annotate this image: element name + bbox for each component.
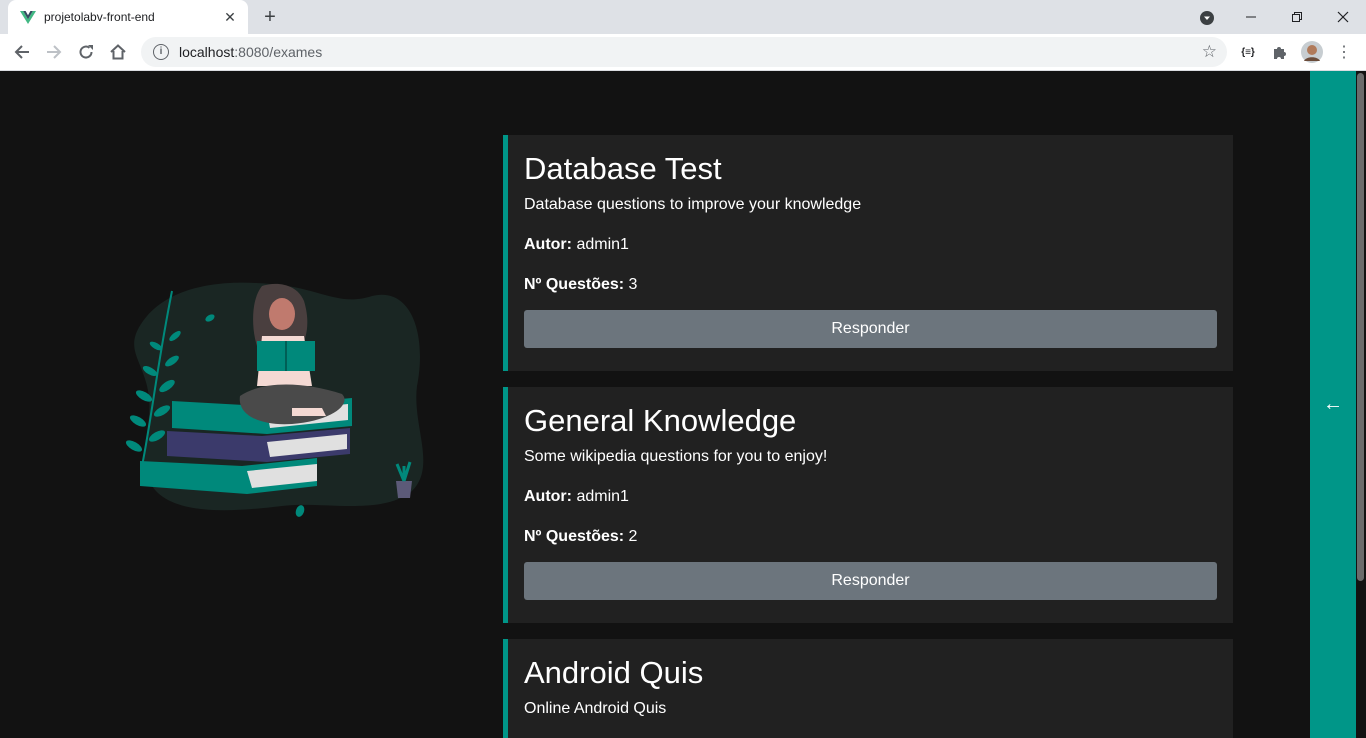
author-label: Autor: [524,235,572,253]
page-content: Database Test Database questions to impr… [0,71,1366,738]
exam-title: Android Quis [524,655,704,690]
author-value: admin1 [576,235,629,253]
restore-button[interactable] [1274,0,1320,34]
home-icon [110,44,126,60]
json-extension-icon[interactable]: {≡} [1236,40,1260,64]
browser-tab[interactable]: projetolabv-front-end ✕ [8,0,248,34]
tab-close-icon[interactable]: ✕ [222,9,238,25]
exam-question-count: Nº Questões: 3 [524,276,1217,294]
close-icon [1337,11,1349,23]
tab-search-icon [1200,11,1214,25]
answer-button[interactable]: Responder [524,309,1217,348]
site-info-icon[interactable]: i [153,44,169,60]
exam-description: Database questions to improve your knowl… [524,195,862,213]
url-path: :8080/exames [234,44,323,60]
browser-tabstrip: projetolabv-front-end ✕ + [0,0,1366,34]
exam-question-count: Nº Questões: 2 [524,528,1217,546]
scrollbar[interactable] [1356,71,1366,738]
side-panel-toggle[interactable]: ← [1310,71,1356,738]
reading-woman-illustration [125,282,424,517]
author-value: admin1 [576,487,629,505]
url-host: localhost [179,44,235,60]
minimize-button[interactable] [1228,0,1274,34]
exam-card: Database Test Database questions to impr… [503,135,1233,371]
exam-title: General Knowledge [524,403,797,438]
exam-card: General Knowledge Some wikipedia questio… [503,387,1233,623]
home-button[interactable] [104,38,132,66]
questions-value: 2 [628,527,638,545]
close-window-button[interactable] [1320,0,1366,34]
address-bar[interactable]: i localhost:8080/exames ☆ [141,37,1227,67]
browser-menu-icon[interactable]: ⋮ [1332,40,1356,64]
reload-button[interactable] [72,38,100,66]
arrow-left-icon: ← [1323,393,1343,415]
questions-label: Nº Questões: [524,527,625,545]
exam-author: Autor: admin1 [524,236,1217,254]
bookmark-star-icon[interactable]: ☆ [1202,42,1217,62]
exam-author: Autor: admin1 [524,488,1217,506]
puzzle-icon [1274,47,1286,59]
back-arrow-icon [14,45,29,59]
tab-title: projetolabv-front-end [44,10,155,24]
exam-title: Database Test [524,151,722,186]
questions-label: Nº Questões: [524,275,625,293]
reload-icon [79,45,93,59]
avatar-icon [1301,41,1323,63]
tab-search-button[interactable] [1197,8,1217,28]
vue-logo-icon [20,11,36,24]
extensions-button[interactable] [1268,40,1292,64]
forward-arrow-icon [47,45,62,59]
new-tab-button[interactable]: + [258,5,282,29]
author-label: Autor: [524,487,572,505]
questions-value: 3 [628,275,638,293]
exam-card: Android Quis Online Android Quis [503,639,1233,738]
exam-description: Some wikipedia questions for you to enjo… [524,447,828,465]
browser-toolbar: i localhost:8080/exames ☆ {≡} ⋮ [0,34,1366,71]
answer-button[interactable]: Responder [524,561,1217,600]
minimize-icon [1246,16,1256,18]
forward-button[interactable] [40,38,68,66]
profile-avatar[interactable] [1300,40,1324,64]
back-button[interactable] [8,38,36,66]
restore-icon [1292,12,1302,22]
exam-description: Online Android Quis [524,699,667,717]
scrollbar-thumb[interactable] [1357,73,1364,581]
